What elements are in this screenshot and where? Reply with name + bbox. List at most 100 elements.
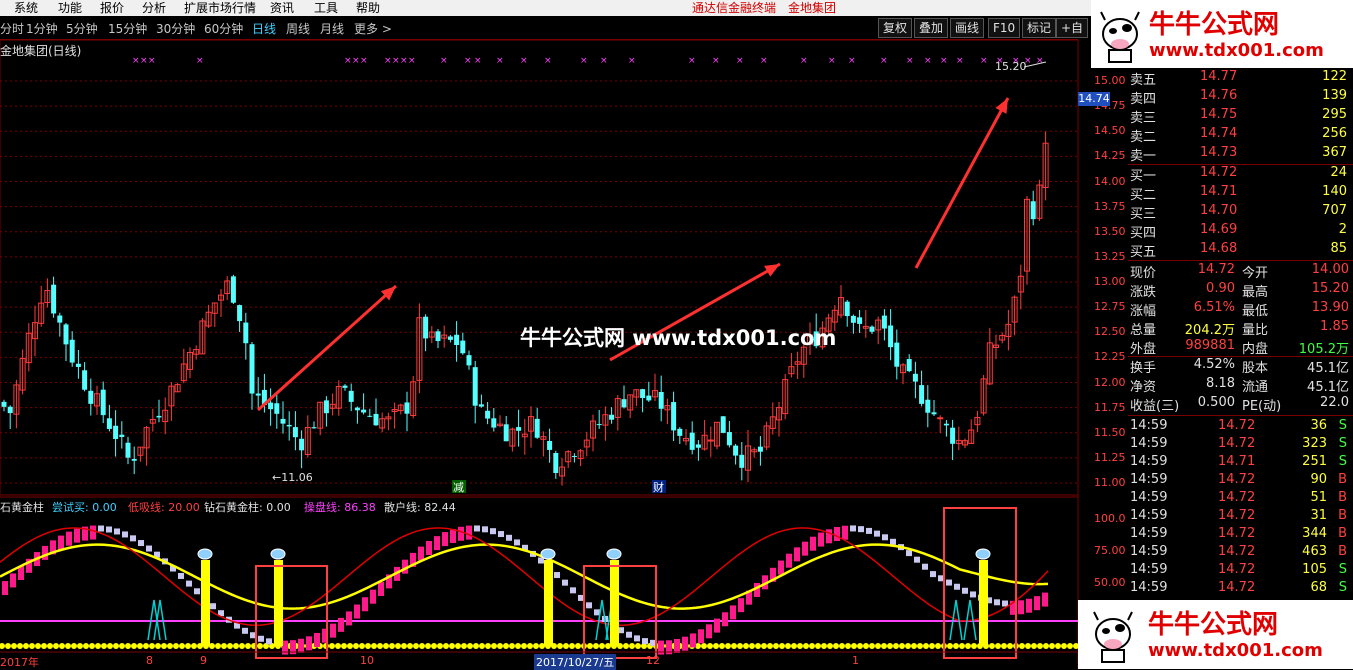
tab-60min[interactable]: 60分钟 bbox=[204, 20, 243, 37]
bottom-dot bbox=[839, 643, 845, 649]
signal-x-marker: × bbox=[408, 56, 416, 66]
adjust-button[interactable]: 复权 bbox=[878, 18, 913, 38]
menu-item-analysis[interactable]: 分析 bbox=[142, 0, 166, 16]
trend-arrow bbox=[256, 284, 398, 412]
custom-button[interactable]: +自 bbox=[1056, 18, 1089, 38]
signal-x-marker: × bbox=[736, 56, 744, 66]
draw-line-button[interactable]: 画线 bbox=[950, 18, 985, 38]
tick-row: 14:59 14.72 463 B bbox=[1128, 543, 1353, 562]
candle-body bbox=[230, 276, 236, 303]
indicator-step bbox=[90, 525, 96, 540]
candle-body bbox=[466, 355, 472, 366]
tab-15min[interactable]: 15分钟 bbox=[108, 20, 147, 37]
bottom-dot bbox=[71, 643, 77, 649]
indicator-step bbox=[122, 531, 128, 538]
tab-daily[interactable]: 日线 bbox=[252, 20, 276, 37]
bottom-dot bbox=[125, 643, 131, 649]
overlay-button[interactable]: 叠加 bbox=[914, 18, 949, 38]
signal-x-marker: × bbox=[196, 56, 204, 66]
tick-side: S bbox=[1338, 454, 1347, 469]
bid-row: 买四 14.69 2 bbox=[1128, 221, 1353, 241]
price-tick-label: 13.25 bbox=[1094, 249, 1126, 263]
cow-icon bbox=[1100, 11, 1140, 63]
candle-body bbox=[57, 315, 63, 323]
menu-item-news[interactable]: 资讯 bbox=[270, 0, 294, 16]
indicator-step bbox=[242, 627, 248, 634]
tick-side: S bbox=[1338, 436, 1347, 451]
bottom-dot bbox=[725, 643, 731, 649]
tick-price: 14.72 bbox=[1218, 544, 1256, 559]
indicator-step bbox=[370, 589, 376, 604]
ask-volume: 256 bbox=[1322, 126, 1347, 141]
indicator-step bbox=[10, 573, 16, 588]
indicator-step bbox=[1026, 598, 1032, 613]
stat-label: 外盘 bbox=[1130, 342, 1157, 357]
tab-weekly[interactable]: 周线 bbox=[286, 20, 310, 37]
bid-row: 买五 14.68 85 bbox=[1128, 240, 1353, 260]
stat-value: 989881 bbox=[1185, 338, 1235, 353]
bottom-dot bbox=[989, 643, 995, 649]
stat-row: 收益(三) 0.500 PE(动) 22.0 bbox=[1128, 394, 1353, 414]
indicator-step bbox=[498, 531, 504, 538]
bottom-dot bbox=[431, 643, 437, 649]
bottom-dot bbox=[191, 643, 197, 649]
indicator-step bbox=[874, 530, 880, 537]
bottom-dot bbox=[935, 643, 941, 649]
signal-x-marker: × bbox=[384, 56, 392, 66]
tab-timeshare[interactable]: 分时 bbox=[0, 20, 24, 37]
bottom-dot bbox=[167, 643, 173, 649]
menu-item-quote[interactable]: 报价 bbox=[100, 0, 124, 16]
f10-button[interactable]: F10 bbox=[988, 18, 1021, 38]
indicator-step bbox=[866, 527, 872, 534]
mark-button[interactable]: 标记 bbox=[1022, 18, 1057, 38]
ask-price: 14.76 bbox=[1200, 88, 1238, 103]
bottom-dot bbox=[95, 643, 101, 649]
bottom-dot bbox=[773, 643, 779, 649]
menu-item-extended-market[interactable]: 扩展市场行情 bbox=[184, 0, 256, 16]
tab-1min[interactable]: 1分钟 bbox=[26, 20, 58, 37]
tick-side: B bbox=[1338, 472, 1347, 487]
candle-body bbox=[119, 434, 125, 437]
tick-side: B bbox=[1338, 508, 1347, 523]
indicator-step bbox=[626, 631, 632, 638]
tick-price: 14.72 bbox=[1218, 526, 1256, 541]
tick-side: B bbox=[1338, 544, 1347, 559]
signal-x-marker: × bbox=[924, 56, 932, 66]
bottom-dot bbox=[395, 643, 401, 649]
candle-body bbox=[125, 442, 131, 458]
logo-top: 牛牛公式网 www.tdx001.com bbox=[1091, 0, 1353, 68]
tab-more[interactable]: 更多 > bbox=[354, 20, 392, 37]
menu-item-system[interactable]: 系统 bbox=[14, 0, 38, 16]
indicator-step bbox=[914, 556, 920, 563]
stat-row: 现价 14.72 今开 14.00 bbox=[1128, 261, 1353, 281]
bottom-dot bbox=[119, 643, 125, 649]
price-tick-label: 12.75 bbox=[1094, 300, 1126, 314]
bottom-dot bbox=[425, 643, 431, 649]
indicator-step bbox=[1042, 592, 1048, 607]
candle-body bbox=[472, 367, 478, 406]
indicator-step bbox=[842, 525, 848, 540]
tab-5min[interactable]: 5分钟 bbox=[66, 20, 98, 37]
candlesticks: 15.20←11.06 bbox=[1, 60, 1049, 486]
tab-monthly[interactable]: 月线 bbox=[320, 20, 344, 37]
candle-body bbox=[478, 404, 484, 407]
bottom-dot bbox=[1067, 643, 1073, 649]
stat-row: 总量 204.2万 量比 1.85 bbox=[1128, 318, 1353, 338]
menu-item-function[interactable]: 功能 bbox=[58, 0, 82, 16]
tab-30min[interactable]: 30分钟 bbox=[156, 20, 195, 37]
tick-volume: 90 bbox=[1310, 472, 1327, 487]
divider bbox=[1128, 415, 1353, 416]
bottom-dot bbox=[875, 643, 881, 649]
tick-row: 14:59 14.72 51 B bbox=[1128, 489, 1353, 508]
indicator-step bbox=[810, 536, 816, 551]
indicator-step bbox=[1018, 600, 1024, 615]
logo-url-text: www.tdx001.com bbox=[1149, 40, 1324, 61]
kline-chart[interactable]: 15.20←11.06 × × × × × × × × × × × × × × × × × × × × × × × × × × × ×… bbox=[0, 40, 1128, 669]
bid-row: 买一 14.72 24 bbox=[1128, 164, 1353, 184]
indicator-step bbox=[146, 545, 152, 552]
indicator-step bbox=[698, 629, 704, 644]
menu-item-tools[interactable]: 工具 bbox=[314, 0, 338, 16]
bottom-dot bbox=[593, 643, 599, 649]
candle-body bbox=[757, 446, 763, 452]
menu-item-help[interactable]: 帮助 bbox=[356, 0, 380, 16]
